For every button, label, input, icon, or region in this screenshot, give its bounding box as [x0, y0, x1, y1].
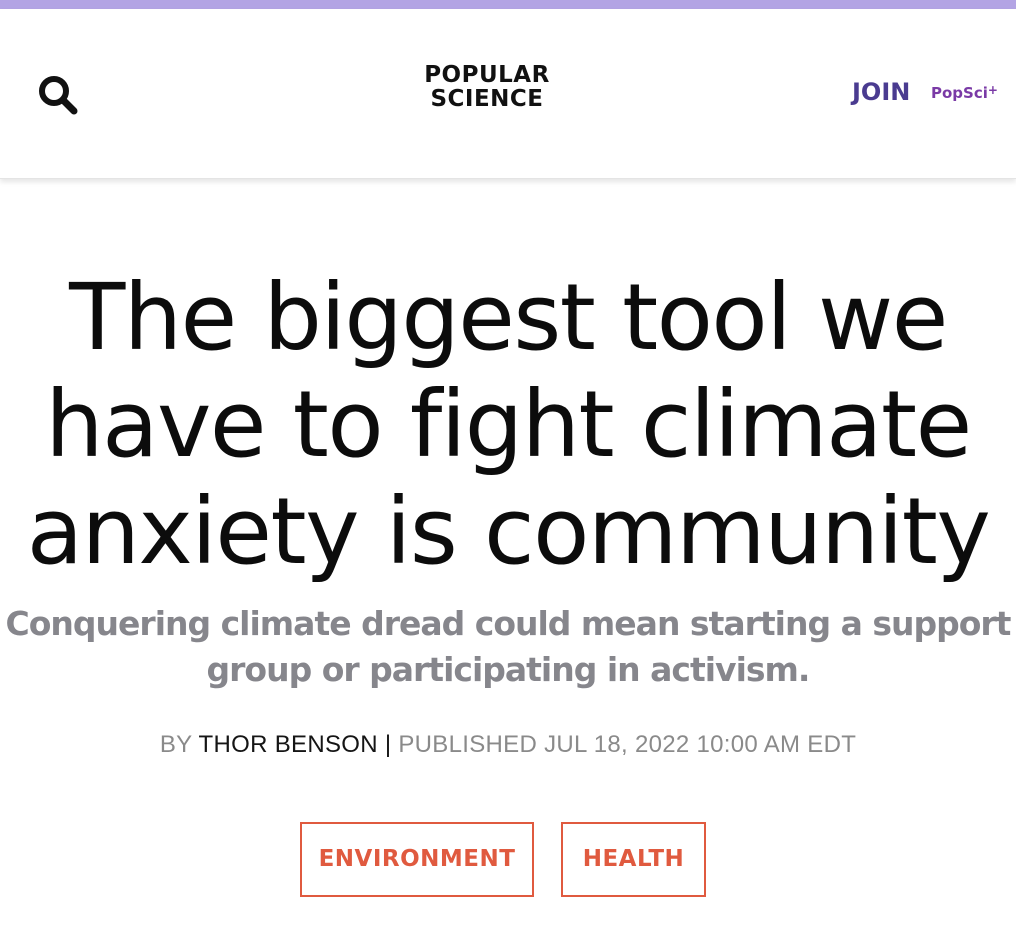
article-byline: BY THOR BENSON | PUBLISHED JUL 18, 2022 … [0, 728, 1016, 762]
article-dek: Conquering climate dread could mean star… [5, 604, 1012, 689]
popsci-plus-suffix: + [987, 83, 998, 97]
logo-line-2: SCIENCE [430, 86, 544, 112]
logo-line-1: POPULAR [424, 62, 550, 88]
search-icon [34, 71, 82, 119]
published-date: PUBLISHED JUL 18, 2022 10:00 AM EDT [398, 731, 857, 758]
site-header: POPULAR SCIENCE JOIN PopSci+ [0, 9, 1016, 179]
byline-separator: | [384, 731, 392, 758]
search-button[interactable] [34, 71, 82, 119]
top-accent-bar [0, 0, 1016, 9]
popsci-label: PopSci [931, 84, 988, 102]
site-logo[interactable]: POPULAR SCIENCE [416, 63, 558, 119]
popsci-plus-link[interactable]: PopSci+ [931, 79, 998, 102]
tag-list: ENVIRONMENT HEALTH [0, 822, 1016, 898]
article-headline: The biggest tool we have to fight climat… [26, 264, 991, 585]
tag-health[interactable]: HEALTH [561, 822, 706, 897]
tag-environment[interactable]: ENVIRONMENT [300, 822, 534, 897]
join-link[interactable]: JOIN [852, 75, 910, 109]
byline-prefix: BY [159, 731, 192, 758]
author-link[interactable]: THOR BENSON [199, 731, 378, 758]
